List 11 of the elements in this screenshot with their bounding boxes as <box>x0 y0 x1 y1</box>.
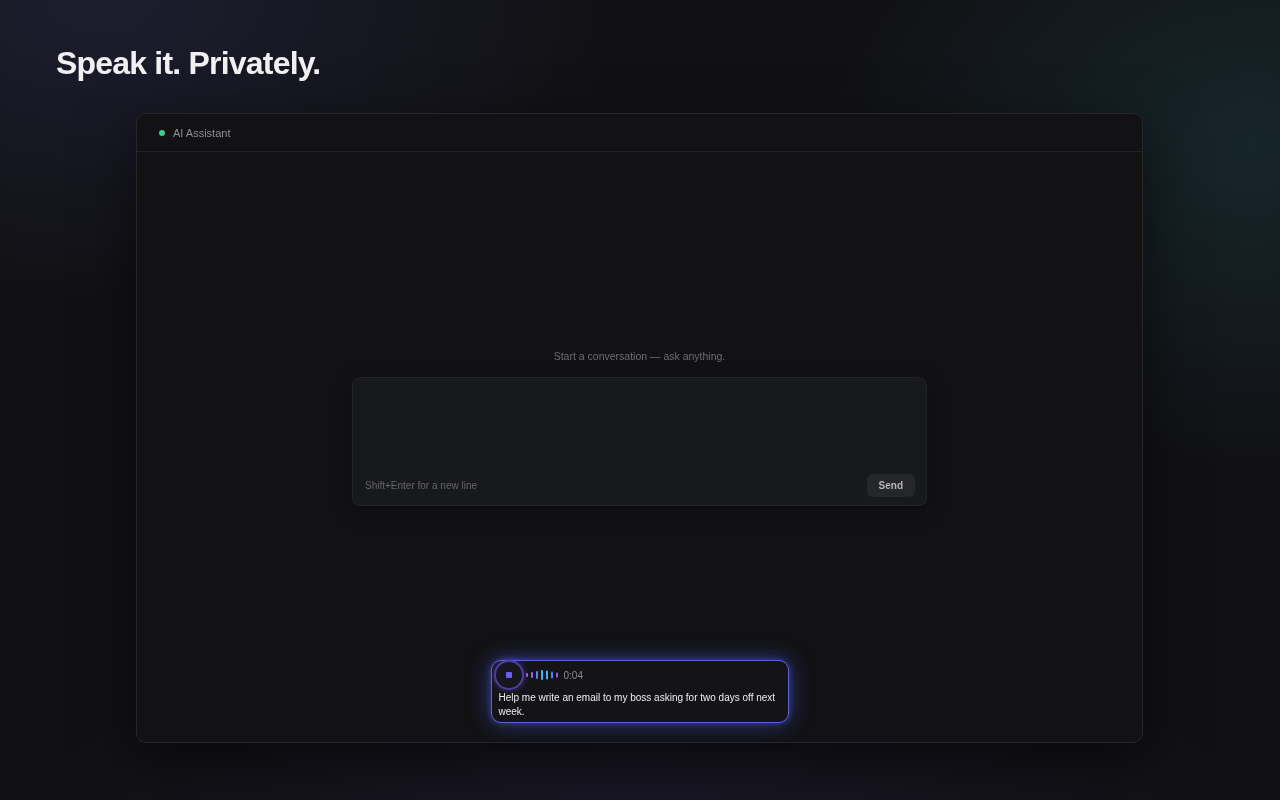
headline: Speak it. Privately. <box>56 44 321 82</box>
message-composer[interactable]: Shift+Enter for a new line Send <box>352 377 927 506</box>
keyboard-hint: Shift+Enter for a new line <box>365 480 477 491</box>
empty-state-text: Start a conversation — ask anything. <box>553 349 726 363</box>
window-title: AI Assistant <box>173 126 231 139</box>
waveform-icon <box>525 670 558 680</box>
stop-icon <box>505 672 512 678</box>
send-button[interactable]: Send <box>866 474 915 497</box>
recording-timer: 0:04 <box>563 669 583 681</box>
stop-button[interactable] <box>493 660 524 690</box>
transcript-text: Help me write an email to my boss asking for two days off next week. <box>498 691 777 719</box>
